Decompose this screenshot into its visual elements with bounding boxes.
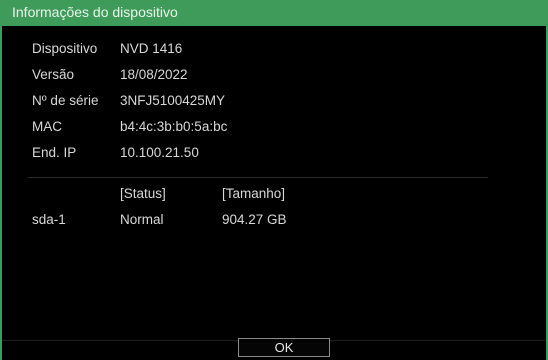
info-label: Dispositivo [32,41,98,56]
disk-size: 904.27 GB [222,212,287,227]
dialog-titlebar: Informações do dispositivo [2,0,546,26]
info-value: 10.100.21.50 [120,145,199,160]
info-value: 18/08/2022 [120,67,188,82]
header-status: [Status] [120,186,166,201]
disk-status: Normal [120,212,164,227]
disk-name: sda-1 [32,212,66,227]
section-divider [28,177,488,178]
info-value: NVD 1416 [120,41,183,56]
info-label: Nº de série [32,93,99,108]
header-size: [Tamanho] [222,186,286,201]
info-label: End. IP [32,145,77,160]
device-info-dialog: Informações do dispositivo Dispositivo N… [0,0,548,360]
info-value: 3NFJ5100425MY [120,93,226,108]
info-value: b4:4c:3b:b0:5a:bc [120,119,228,134]
ok-button[interactable]: OK [238,338,330,357]
dialog-title: Informações do dispositivo [12,4,178,20]
info-label: Versão [32,67,75,82]
info-label: MAC [32,119,62,134]
